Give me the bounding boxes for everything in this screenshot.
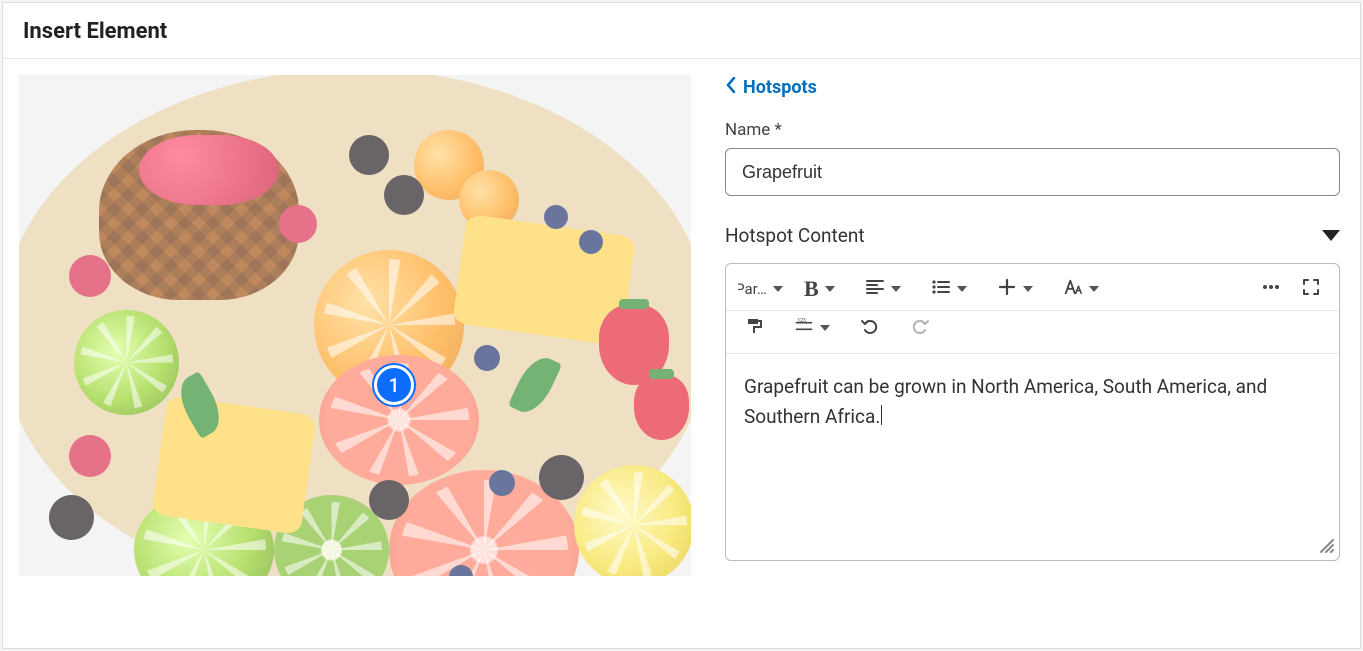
back-label: Hotspots — [743, 77, 817, 98]
hotspot-content-title: Hotspot Content — [725, 224, 865, 247]
paragraph-style-select[interactable]: Par… — [738, 272, 798, 306]
align-button[interactable] — [859, 272, 925, 306]
equation-icon: 123 — [794, 316, 814, 340]
dialog-header: Insert Element — [3, 3, 1360, 59]
chevron-down-icon — [825, 286, 835, 292]
svg-text:123: 123 — [797, 318, 806, 324]
font-icon — [1063, 277, 1083, 301]
dialog-body: 1 Hotspots Name * Hotspot Content Par… — [3, 59, 1360, 592]
name-input[interactable] — [725, 148, 1340, 196]
chevron-down-icon — [1322, 230, 1340, 241]
edit-panel: Hotspots Name * Hotspot Content Par… B — [725, 75, 1344, 576]
dialog: Insert Element — [2, 2, 1361, 649]
resize-icon — [1317, 539, 1335, 558]
list-button[interactable] — [925, 272, 991, 306]
fullscreen-icon — [1301, 277, 1321, 301]
resize-handle[interactable] — [1317, 536, 1335, 558]
bold-icon: B — [804, 278, 819, 300]
ellipsis-icon — [1261, 277, 1281, 301]
editor-content[interactable]: Grapefruit can be grown in North America… — [726, 354, 1339, 560]
image-preview[interactable]: 1 — [19, 75, 691, 576]
format-painter-icon — [744, 316, 764, 340]
hotspot-marker-number: 1 — [389, 374, 400, 397]
paragraph-style-label: Par… — [738, 280, 767, 298]
chevron-down-icon — [957, 286, 967, 292]
undo-button[interactable] — [854, 311, 904, 345]
editor-text: Grapefruit can be grown in North America… — [744, 375, 1267, 428]
chevron-down-icon — [820, 325, 830, 331]
back-to-hotspots[interactable]: Hotspots — [725, 75, 1340, 120]
equation-button[interactable]: 123 — [788, 311, 854, 345]
chevron-down-icon — [1089, 286, 1099, 292]
bullet-list-icon — [931, 277, 951, 301]
chevron-down-icon — [1023, 286, 1033, 292]
insert-button[interactable] — [991, 272, 1057, 306]
undo-icon — [860, 316, 880, 340]
font-button[interactable] — [1057, 272, 1123, 306]
editor-toolbar-row2: 123 — [726, 311, 1339, 354]
name-label: Name * — [725, 120, 1340, 140]
format-painter-button[interactable] — [738, 311, 788, 345]
chevron-down-icon — [891, 286, 901, 292]
chevron-left-icon — [725, 77, 737, 98]
preview-overlay — [19, 75, 691, 576]
redo-button[interactable] — [904, 311, 936, 345]
plus-icon — [997, 277, 1017, 301]
editor-toolbar: Par… B — [726, 264, 1339, 311]
fullscreen-button[interactable] — [1295, 272, 1327, 306]
more-button[interactable] — [1255, 272, 1287, 306]
hotspot-marker-1[interactable]: 1 — [374, 365, 414, 405]
bold-button[interactable]: B — [798, 272, 859, 306]
rich-text-editor: Par… B — [725, 263, 1340, 561]
chevron-down-icon — [773, 286, 783, 292]
dialog-title: Insert Element — [23, 19, 1340, 44]
redo-icon — [910, 316, 930, 340]
align-left-icon — [865, 277, 885, 301]
hotspot-content-toggle[interactable]: Hotspot Content — [725, 224, 1340, 247]
